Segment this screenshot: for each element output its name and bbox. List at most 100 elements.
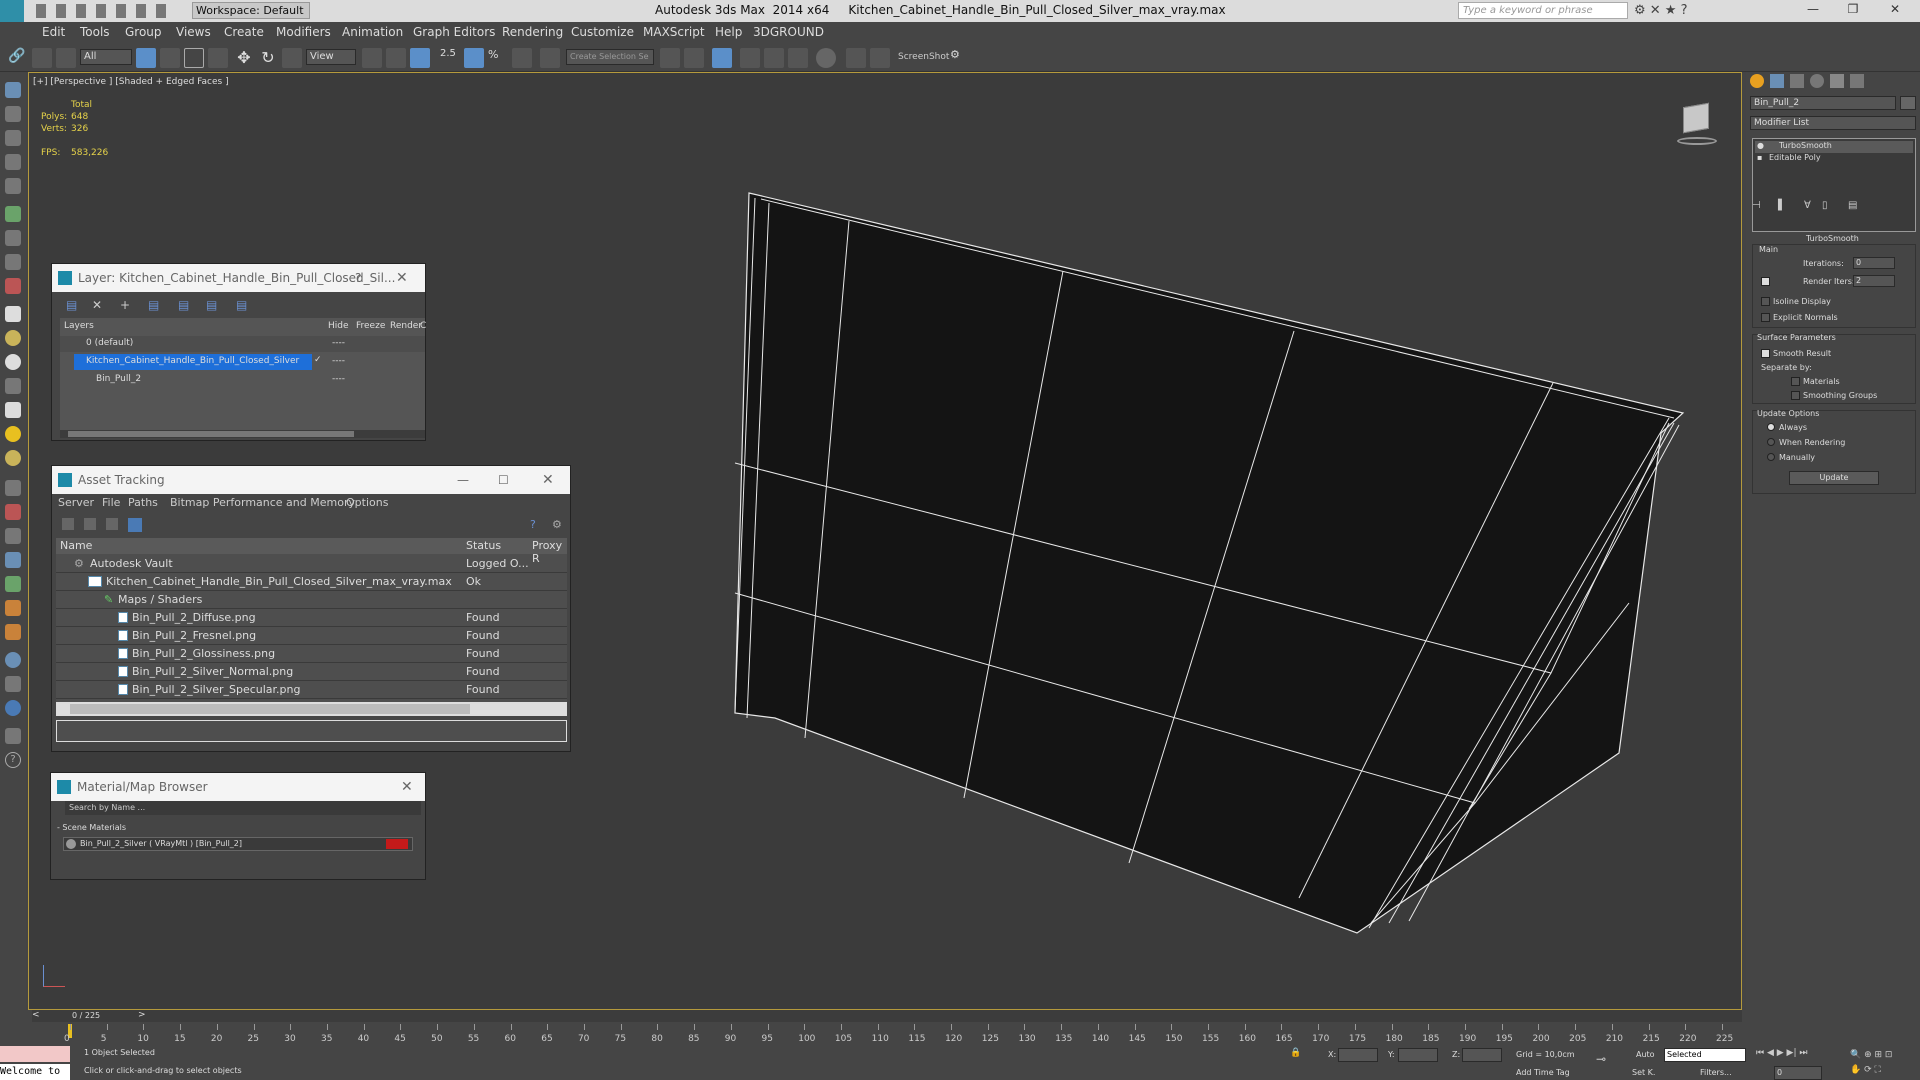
col-status[interactable]: Status	[466, 539, 501, 552]
next-frame-icon[interactable]: >	[138, 1010, 146, 1020]
table-row[interactable]: Bin_Pull_2_Fresnel.png Found	[56, 627, 567, 645]
asset-window-titlebar[interactable]: Asset Tracking — ☐ ✕	[52, 466, 570, 494]
tool-icon-27[interactable]	[5, 728, 21, 744]
help-icon[interactable]: ?	[5, 752, 21, 768]
screenshot-icon[interactable]: ⚙	[950, 48, 970, 68]
tool-icon-13[interactable]	[5, 378, 21, 394]
maxscript-welcome[interactable]: Welcome to	[0, 1064, 70, 1080]
viewport-nav-controls[interactable]: 🔍 ⊕ ⊞ ⊡ ✋ ⟳ ⛶	[1850, 1048, 1916, 1078]
tool-icon-19[interactable]	[5, 528, 21, 544]
menu-create[interactable]: Create	[224, 25, 264, 39]
unlink-icon[interactable]	[32, 48, 52, 68]
tool-icon-21[interactable]	[5, 576, 21, 592]
frame-counter[interactable]: 0 / 225	[72, 1011, 100, 1020]
col-hide[interactable]: Hide	[328, 321, 349, 331]
modify-tab-icon[interactable]	[1770, 74, 1784, 88]
tool-icon-23[interactable]	[5, 624, 21, 640]
set-key-button[interactable]: Set K.	[1632, 1068, 1655, 1077]
material-window-titlebar[interactable]: Material/Map Browser ✕	[51, 773, 425, 801]
refresh-icon[interactable]	[62, 518, 74, 530]
scene-materials-section[interactable]: - Scene Materials	[57, 823, 126, 832]
maxscript-listener[interactable]	[0, 1046, 70, 1062]
prev-frame-icon[interactable]: <	[32, 1010, 40, 1020]
tool-icon-17[interactable]	[5, 480, 21, 496]
select-objects-icon[interactable]: ▤	[148, 298, 159, 312]
playback-controls[interactable]: ⏮ ◀ ▶ ▶| ⏭	[1756, 1048, 1838, 1062]
tool-icon-14[interactable]	[5, 402, 21, 418]
tool-icon-11[interactable]	[5, 330, 21, 346]
material-close-button[interactable]: ✕	[401, 773, 413, 801]
y-coord-field[interactable]	[1398, 1048, 1438, 1062]
move-icon[interactable]: ✥	[234, 48, 254, 68]
render-iters-spinner[interactable]: 2	[1853, 275, 1895, 287]
selection-filter-dropdown[interactable]: All	[80, 49, 132, 65]
tool-icon-18[interactable]	[5, 504, 21, 520]
curve-editor-icon[interactable]	[764, 48, 784, 68]
current-frame-field[interactable]: 0	[1774, 1066, 1822, 1080]
bind-icon[interactable]	[56, 48, 76, 68]
asset-menu-bitmap[interactable]: Bitmap Performance and Memory	[170, 496, 355, 509]
pin-stack-icon[interactable]: ⊣	[1752, 200, 1761, 211]
angle-snap-icon[interactable]	[464, 48, 484, 68]
col-render[interactable]: Render	[390, 321, 422, 331]
pivot-icon[interactable]	[362, 48, 382, 68]
tool-icon-15[interactable]	[5, 426, 21, 442]
display-tab-icon[interactable]	[1830, 74, 1844, 88]
motion-tab-icon[interactable]	[1810, 74, 1824, 88]
menu-customize[interactable]: Customize	[571, 25, 634, 39]
tool-icon-1[interactable]	[5, 82, 21, 98]
menu-3dground[interactable]: 3DGROUND	[753, 25, 824, 39]
table-row[interactable]: ⚙ Autodesk Vault Logged O...	[56, 555, 567, 573]
schematic-view-icon[interactable]	[788, 48, 808, 68]
col-freeze[interactable]: Freeze	[356, 321, 385, 331]
menu-animation[interactable]: Animation	[342, 25, 403, 39]
tool-icon-24[interactable]	[5, 652, 21, 668]
layer-row[interactable]: 0 (default) ----	[60, 336, 425, 352]
add-to-layer-icon[interactable]: +	[120, 298, 130, 312]
asset-tracking-window[interactable]: Asset Tracking — ☐ ✕ Server File Paths B…	[51, 465, 571, 752]
key-filter-dropdown[interactable]: Selected	[1664, 1048, 1746, 1062]
make-unique-icon[interactable]: ∀	[1804, 200, 1811, 211]
add-time-tag[interactable]: Add Time Tag	[1516, 1068, 1570, 1077]
asset-hscrollbar[interactable]	[56, 702, 567, 716]
isoline-checkbox[interactable]	[1761, 297, 1770, 306]
render-setup-icon[interactable]	[846, 48, 866, 68]
track-bar[interactable]: 0 5 10 15 20 25 30 35 40 45 50 55 60 65 70 75 80 85 90 95 10…	[32, 1024, 1742, 1046]
material-browser-window[interactable]: Material/Map Browser ✕ Search by Name ..…	[50, 772, 426, 880]
asset-path-field[interactable]	[56, 720, 567, 742]
materials-checkbox[interactable]	[1791, 377, 1800, 386]
smooth-result-checkbox[interactable]	[1761, 349, 1770, 358]
keyboard-shortcut-icon[interactable]	[410, 48, 430, 68]
layer-manager-icon[interactable]	[712, 48, 732, 68]
menu-help[interactable]: Help	[715, 25, 742, 39]
tool-icon-7[interactable]	[5, 230, 21, 246]
tool-icon-6[interactable]	[5, 206, 21, 222]
quick-access-icons[interactable]	[36, 4, 186, 18]
filters-button[interactable]: Filters...	[1700, 1068, 1732, 1077]
graphite-ribbon-icon[interactable]	[740, 48, 760, 68]
create-layer-icon[interactable]: ▤	[66, 298, 77, 312]
tool-icon-16[interactable]	[5, 450, 21, 466]
select-object-icon[interactable]	[136, 48, 156, 68]
rendered-frame-icon[interactable]	[870, 48, 890, 68]
stack-item[interactable]: ▪ Editable Poly	[1755, 153, 1913, 165]
tool-icon-26[interactable]	[5, 700, 21, 716]
reference-coord-dropdown[interactable]: View	[306, 49, 356, 65]
layer-window[interactable]: Layer: Kitchen_Cabinet_Handle_Bin_Pull_C…	[51, 263, 426, 441]
freeze-all-icon[interactable]: ▤	[236, 298, 247, 312]
minimize-button[interactable]: —	[1798, 2, 1828, 20]
asset-help-icon[interactable]: ?	[530, 518, 536, 531]
tool-icon-2[interactable]	[5, 106, 21, 122]
list-icon[interactable]	[84, 518, 96, 530]
create-tab-icon[interactable]	[1750, 74, 1764, 88]
asset-menu-paths[interactable]: Paths	[128, 496, 158, 509]
manually-radio[interactable]	[1767, 453, 1775, 461]
workspace-dropdown[interactable]: Workspace: Default	[192, 2, 310, 19]
layer-row-hide[interactable]: ----	[332, 338, 345, 348]
asset-menu-file[interactable]: File	[102, 496, 120, 509]
menu-maxscript[interactable]: MAXScript	[643, 25, 705, 39]
col-layers[interactable]: Layers	[64, 321, 94, 331]
asset-menu-server[interactable]: Server	[58, 496, 94, 509]
tool-icon-10[interactable]	[5, 306, 21, 322]
grid-view-icon[interactable]	[128, 518, 142, 532]
